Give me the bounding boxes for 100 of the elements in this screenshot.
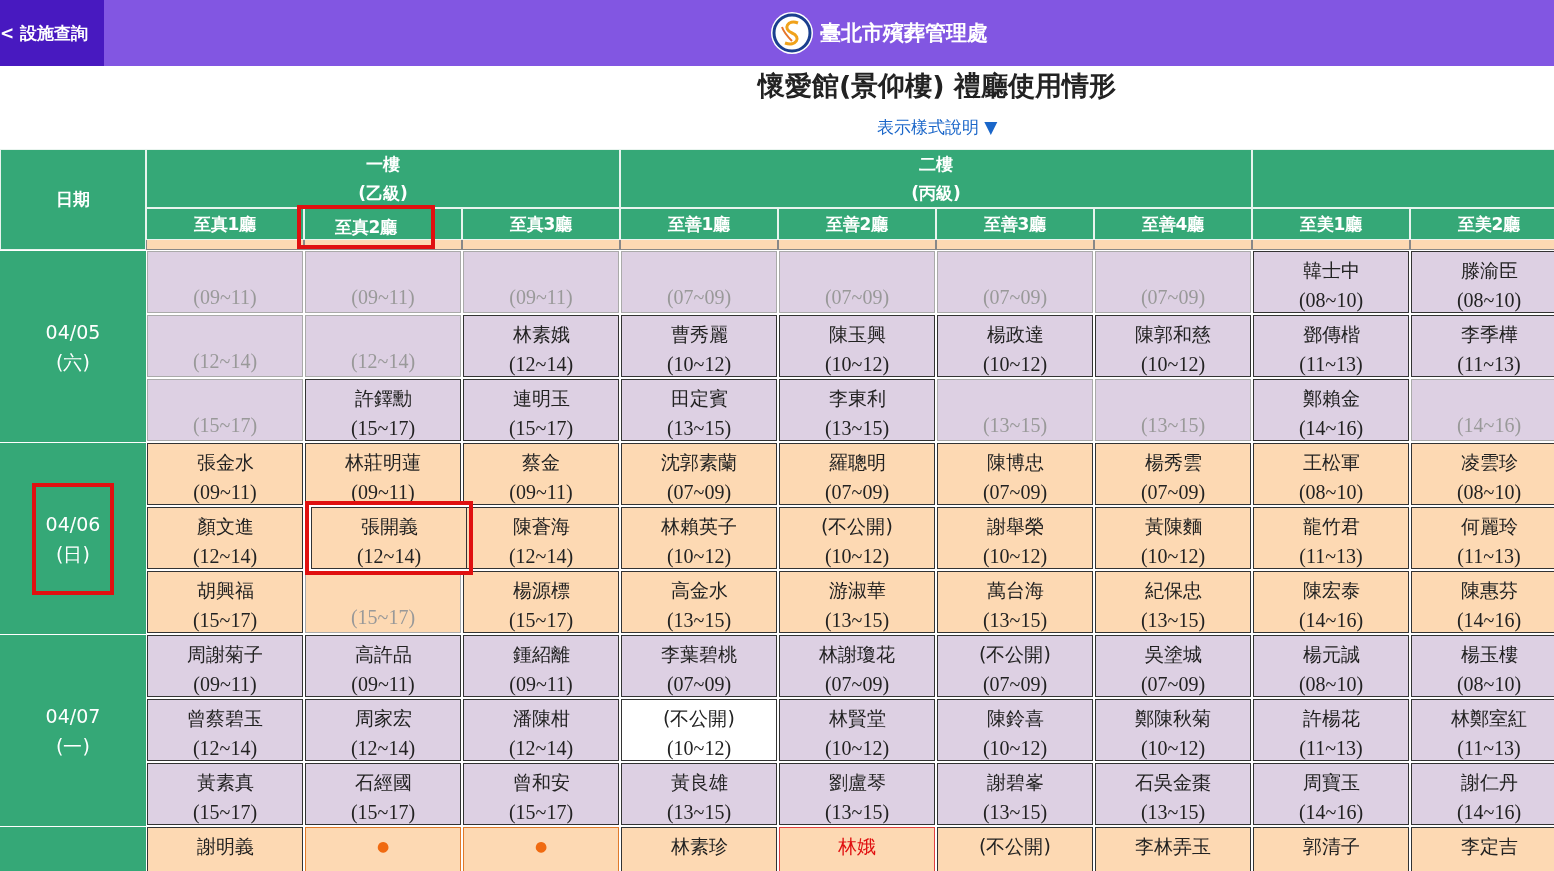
- booking-cell[interactable]: 張金水 (09~11): [147, 443, 303, 505]
- booking-cell[interactable]: 曹秀麗 (10~12): [621, 315, 777, 377]
- booking-name: 陳郭和慈: [1135, 322, 1211, 347]
- booking-name: 周家宏: [354, 706, 412, 731]
- time-slot: (15~17): [508, 413, 574, 443]
- booking-cell[interactable]: 楊源標 (15~17): [463, 571, 619, 633]
- booking-cell[interactable]: 陳宏泰 (14~16): [1253, 571, 1409, 633]
- booking-cell[interactable]: 謝碧峯 (13~15): [937, 763, 1093, 825]
- booking-name: 陳鈴喜: [986, 706, 1044, 731]
- booking-cell[interactable]: 謝仁丹 (14~16): [1411, 763, 1554, 825]
- booking-cell[interactable]: 沈郭素蘭 (07~09): [621, 443, 777, 505]
- booking-cell[interactable]: 曾和安 (15~17): [463, 763, 619, 825]
- time-slot: (09~11): [509, 669, 573, 699]
- booking-cell[interactable]: 陳惠芬 (14~16): [1411, 571, 1554, 633]
- booking-cell[interactable]: 許鐸勳 (15~17): [305, 379, 461, 441]
- date-header: 日期: [0, 149, 146, 250]
- booking-cell[interactable]: 周寶玉 (14~16): [1253, 763, 1409, 825]
- booking-cell[interactable]: 吳塗城 (07~09): [1095, 635, 1251, 697]
- booking-cell[interactable]: 黃素真 (15~17): [147, 763, 303, 825]
- booking-cell[interactable]: 林素娥 (12~14): [463, 315, 619, 377]
- time-slot: (07~09): [666, 282, 732, 312]
- booking-cell[interactable]: 王松軍 (08~10): [1253, 443, 1409, 505]
- booking-cell[interactable]: (不公開) (10~12): [779, 507, 935, 569]
- booking-cell[interactable]: 林賢堂 (10~12): [779, 699, 935, 761]
- booking-cell[interactable]: 凌雲珍 (08~10): [1411, 443, 1554, 505]
- booking-cell[interactable]: 鄧傳楷 (11~13): [1253, 315, 1409, 377]
- time-slot: (08~10): [1456, 669, 1522, 699]
- booking-cell[interactable]: 曾蔡碧玉 (12~14): [147, 699, 303, 761]
- booking-cell[interactable]: 鄭陳秋菊 (10~12): [1095, 699, 1251, 761]
- booking-cell[interactable]: 游淑華 (13~15): [779, 571, 935, 633]
- booking-name: 周寶玉: [1302, 770, 1360, 795]
- booking-cell[interactable]: 陳郭和慈 (10~12): [1095, 315, 1251, 377]
- booking-cell[interactable]: 高許品 (09~11): [305, 635, 461, 697]
- booking-cell[interactable]: 田定賓 (13~15): [621, 379, 777, 441]
- booking-name: 曾蔡碧玉: [187, 706, 263, 731]
- booking-cell[interactable]: 陳博忠 (07~09): [937, 443, 1093, 505]
- booking-cell[interactable]: 林素珍: [621, 827, 777, 871]
- time-slot: (07~09): [824, 669, 890, 699]
- booking-cell[interactable]: 黃良雄 (13~15): [621, 763, 777, 825]
- booking-cell[interactable]: (不公開) (07~09): [937, 635, 1093, 697]
- booking-cell[interactable]: 羅聰明 (07~09): [779, 443, 935, 505]
- booking-cell[interactable]: 林鄭室紅 (11~13): [1411, 699, 1554, 761]
- booking-cell[interactable]: 周謝菊子 (09~11): [147, 635, 303, 697]
- booking-cell[interactable]: 韓士中 (08~10): [1253, 251, 1409, 313]
- booking-name: 陳蒼海: [512, 514, 570, 539]
- booking-cell[interactable]: 陳鈴喜 (10~12): [937, 699, 1093, 761]
- booking-cell[interactable]: 鄭賴金 (14~16): [1253, 379, 1409, 441]
- booking-cell[interactable]: 滕渝臣 (08~10): [1411, 251, 1554, 313]
- time-slot: (13~15): [824, 413, 890, 443]
- booking-cell[interactable]: 石經國 (15~17): [305, 763, 461, 825]
- booking-cell[interactable]: 高金水 (13~15): [621, 571, 777, 633]
- time-slot: (10~12): [982, 349, 1048, 379]
- booking-cell[interactable]: 龍竹君 (11~13): [1253, 507, 1409, 569]
- back-button[interactable]: < 設施查詢: [0, 0, 104, 66]
- booking-cell[interactable]: 林謝瓊花 (07~09): [779, 635, 935, 697]
- booking-cell[interactable]: 謝舉榮 (10~12): [937, 507, 1093, 569]
- booking-cell[interactable]: 鍾紹離 (09~11): [463, 635, 619, 697]
- booking-cell[interactable]: 謝明義: [147, 827, 303, 871]
- hall-name: 至真3廳: [509, 212, 573, 236]
- time-slot: (11~13): [1457, 541, 1521, 571]
- booking-name: 林素珍: [670, 834, 728, 859]
- legend-link[interactable]: 表示樣式說明 ▼: [876, 117, 998, 137]
- booking-cell[interactable]: (不公開): [937, 827, 1093, 871]
- booking-cell[interactable]: 周家宏 (12~14): [305, 699, 461, 761]
- booking-cell[interactable]: 楊玉樓 (08~10): [1411, 635, 1554, 697]
- booking-name: 李季樺: [1460, 322, 1518, 347]
- booking-cell[interactable]: 許楊花 (11~13): [1253, 699, 1409, 761]
- booking-cell[interactable]: 何麗玲 (11~13): [1411, 507, 1554, 569]
- booking-cell[interactable]: 潘陳柑 (12~14): [463, 699, 619, 761]
- booking-cell[interactable]: 黃陳麵 (10~12): [1095, 507, 1251, 569]
- booking-name: 周謝菊子: [187, 642, 263, 667]
- booking-cell[interactable]: 顏文進 (12~14): [147, 507, 303, 569]
- time-slot: (10~12): [666, 733, 732, 763]
- booking-cell[interactable]: 郭清子: [1253, 827, 1409, 871]
- time-slot: (13~15): [666, 797, 732, 827]
- booking-cell[interactable]: 石吳金棗 (13~15): [1095, 763, 1251, 825]
- booking-cell[interactable]: 李季樺 (11~13): [1411, 315, 1554, 377]
- booking-name: 黃陳麵: [1144, 514, 1202, 539]
- booking-cell[interactable]: 李東利 (13~15): [779, 379, 935, 441]
- booking-cell[interactable]: 楊元誠 (08~10): [1253, 635, 1409, 697]
- booking-cell[interactable]: 林娥: [779, 827, 935, 871]
- booking-cell[interactable]: 蔡金 (09~11): [463, 443, 619, 505]
- booking-cell[interactable]: 劉盧琴 (13~15): [779, 763, 935, 825]
- booking-cell[interactable]: 楊秀雲 (07~09): [1095, 443, 1251, 505]
- booking-name: 顏文進: [196, 514, 254, 539]
- hall-name: 至善3廳: [983, 212, 1047, 236]
- booking-cell[interactable]: 李定吉: [1411, 827, 1554, 871]
- booking-cell[interactable]: 萬台海 (13~15): [937, 571, 1093, 633]
- booking-cell[interactable]: 林賴英子 (10~12): [621, 507, 777, 569]
- booking-cell[interactable]: 陳玉興 (10~12): [779, 315, 935, 377]
- booking-name: (不公開): [979, 642, 1051, 667]
- hall-name: 至善2廳: [825, 212, 889, 236]
- booking-cell[interactable]: 李葉碧桃 (07~09): [621, 635, 777, 697]
- booking-cell[interactable]: 李林弄玉: [1095, 827, 1251, 871]
- booking-cell[interactable]: 胡興福 (15~17): [147, 571, 303, 633]
- booking-name: 高許品: [354, 642, 412, 667]
- booking-cell[interactable]: (不公開) (10~12): [621, 699, 777, 761]
- booking-cell[interactable]: 連明玉 (15~17): [463, 379, 619, 441]
- booking-cell[interactable]: 紀保忠 (13~15): [1095, 571, 1251, 633]
- booking-cell[interactable]: 楊政達 (10~12): [937, 315, 1093, 377]
